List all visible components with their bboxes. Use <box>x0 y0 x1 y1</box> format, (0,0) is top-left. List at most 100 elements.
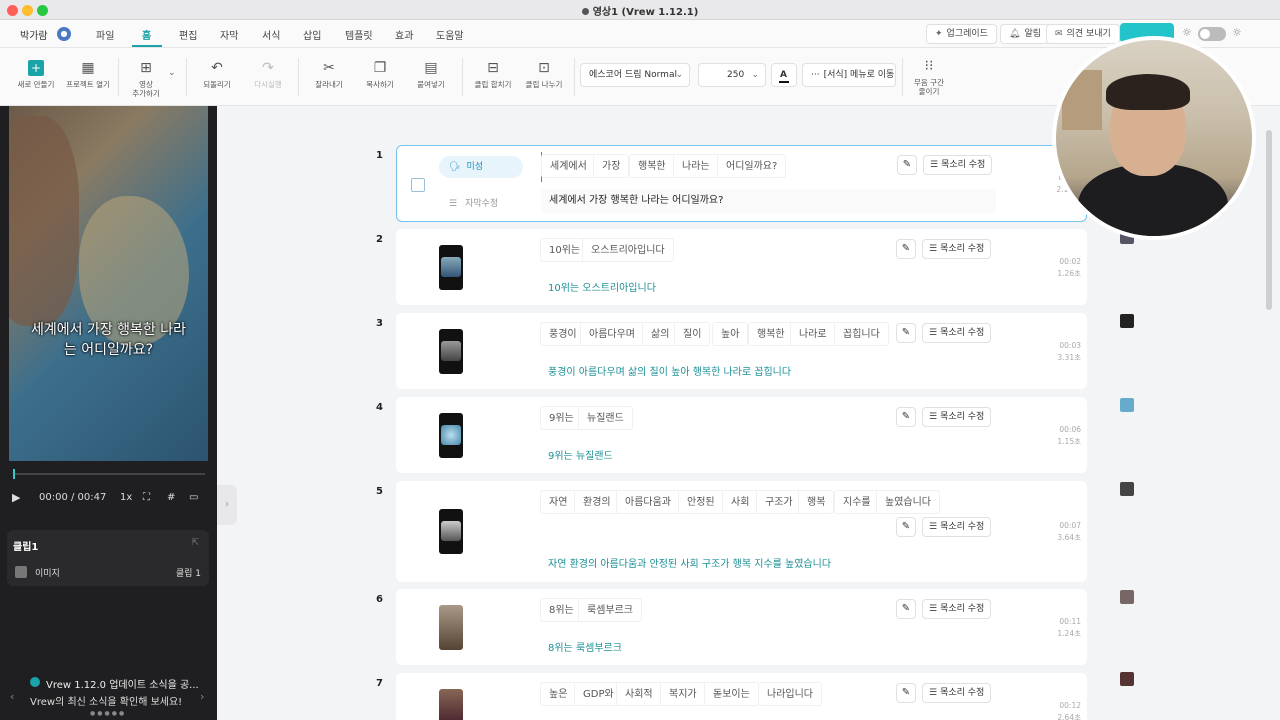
scene-thumbnail[interactable] <box>439 245 463 290</box>
voice-edit-button[interactable]: ☰ 목소리 수정 <box>922 599 992 619</box>
scene-card[interactable]: 자연 환경의 아름다움과 안정된 사회 구조가 행복 지수를 높였습니다 자연 … <box>396 481 1087 582</box>
subtitle-text[interactable]: 자연 환경의 아름다움과 안정된 사회 구조가 행복 지수를 높였습니다 <box>548 555 831 570</box>
word-chip[interactable]: 질이 <box>674 322 711 346</box>
scene-thumbnail[interactable] <box>439 509 463 554</box>
chevron-right-icon[interactable]: › <box>200 690 204 703</box>
scene-checkbox[interactable] <box>411 178 425 192</box>
scene-card[interactable]: 높은 GDP와 사회적 복지가 돋보이는 나라입니다 ✎ ☰ 목소리 수정 00:… <box>396 673 1087 720</box>
user-name[interactable]: 박가람 <box>20 27 48 42</box>
word-chip[interactable]: 가장 <box>593 154 630 178</box>
text-color-button[interactable]: A <box>771 63 797 87</box>
scene-thumbnail[interactable] <box>439 689 463 720</box>
playhead-handle[interactable] <box>13 469 15 479</box>
new-button[interactable]: + 새로 만들기 <box>14 48 58 106</box>
user-avatar-icon[interactable]: ● <box>57 27 71 41</box>
merge-clips-button[interactable]: ⊟ 클립 합치기 <box>472 48 514 106</box>
word-chip[interactable]: 안정된 <box>678 490 724 514</box>
paste-button[interactable]: ▤ 붙여넣기 <box>412 48 450 106</box>
edit-pencil-button[interactable]: ✎ <box>897 155 917 175</box>
scene-card[interactable]: 9위는 뉴질랜드 9위는 뉴질랜드 ✎ ☰ 목소리 수정 00:06 1.15초 <box>396 397 1087 473</box>
edit-pencil-button[interactable]: ✎ <box>896 239 916 259</box>
edit-pencil-button[interactable]: ✎ <box>896 407 916 427</box>
word-chip[interactable]: 행복한 <box>629 154 675 178</box>
feedback-button[interactable]: ✉ 의견 보내기 <box>1046 24 1120 44</box>
theme-toggle[interactable] <box>1198 27 1226 41</box>
word-chip[interactable]: 복지가 <box>660 682 706 706</box>
voice-edit-button[interactable]: ☰ 목소리 수정 <box>922 683 992 703</box>
voice-edit-button[interactable]: ☰ 목소리 수정 <box>923 155 993 175</box>
word-chip[interactable]: 어디일까요? <box>717 154 787 178</box>
chevron-left-icon[interactable]: ‹ <box>10 690 14 703</box>
edit-pencil-button[interactable]: ✎ <box>896 517 916 537</box>
play-icon[interactable]: ▶ <box>12 491 20 504</box>
scene-card[interactable]: 🗣︎ 미성 ☰ 자막수정 세계에서 가장 행복한 나라는 어디일까요? 세계에서 가… <box>396 145 1182 222</box>
scene-thumbnail[interactable] <box>439 329 463 374</box>
subtitle-text[interactable]: 10위는 오스트리아입니다 <box>548 279 656 294</box>
split-clip-button[interactable]: ⊡ 클립 나누기 <box>522 48 566 106</box>
scene-card[interactable]: 풍경이 아름다우며 삶의 질이 높아 행복한 나라로 꼽힙니다 풍경이 아름다우… <box>396 313 1087 389</box>
subtitle-input[interactable]: 세계에서 가장 행복한 나라는 어디일까요? <box>541 189 996 213</box>
word-chip[interactable]: 아름다움과 <box>616 490 680 514</box>
edit-pencil-button[interactable]: ✎ <box>896 599 916 619</box>
word-chip[interactable]: 행복 <box>798 490 835 514</box>
menu-help[interactable]: 도움말 <box>436 27 464 42</box>
undo-button[interactable]: ↶ 되돌리기 <box>198 48 236 106</box>
scene-marker-thumbnail[interactable] <box>1120 482 1134 496</box>
word-chip[interactable]: 사회적 <box>616 682 662 706</box>
format-menu-button[interactable]: ··· [서식] 메뉴로 이동 <box>802 63 896 87</box>
voice-edit-button[interactable]: ☰ 목소리 수정 <box>922 239 992 259</box>
scene-marker-thumbnail[interactable] <box>1120 672 1134 686</box>
menu-file[interactable]: 파일 <box>96 27 114 42</box>
voice-edit-button[interactable]: ☰ 목소리 수정 <box>922 407 992 427</box>
subtitle-text[interactable]: 풍경이 아름다우며 삶의 질이 높아 행복한 나라로 꼽힙니다 <box>548 363 791 378</box>
word-chip[interactable]: 삶의 <box>642 322 679 346</box>
alarm-button[interactable]: 🔔︎ 알림 <box>1000 24 1050 44</box>
capture-icon[interactable]: ⛶ <box>143 492 150 503</box>
playback-speed[interactable]: 1x <box>120 492 132 503</box>
menu-insert[interactable]: 삽입 <box>303 27 321 42</box>
scene-marker-thumbnail[interactable] <box>1120 314 1134 328</box>
word-chip[interactable]: 나라입니다 <box>758 682 822 706</box>
word-chip[interactable]: 사회 <box>722 490 759 514</box>
redo-button[interactable]: ↷ 다시실행 <box>248 48 288 106</box>
edit-pencil-button[interactable]: ✎ <box>896 683 916 703</box>
menu-format[interactable]: 서식 <box>262 27 280 42</box>
scene-marker-thumbnail[interactable] <box>1120 398 1134 412</box>
external-link-icon[interactable]: ⇱ <box>191 538 199 548</box>
word-chip[interactable]: 돋보이는 <box>704 682 759 706</box>
word-chip[interactable]: 높은 <box>540 682 577 706</box>
scene-thumbnail[interactable] <box>439 605 463 650</box>
word-chip[interactable]: 지수를 <box>834 490 880 514</box>
word-chip[interactable]: 행복한 <box>748 322 794 346</box>
scene-thumbnail[interactable] <box>439 413 463 458</box>
word-chip[interactable]: 나라로 <box>790 322 836 346</box>
word-chip[interactable]: 환경의 <box>574 490 620 514</box>
word-chip[interactable]: 구조가 <box>756 490 802 514</box>
news-banner[interactable]: Vrew 1.12.0 업데이트 소식을 공... Vrew의 최신 소식을 확… <box>0 668 217 720</box>
scene-card[interactable]: 8위는 룩셈부르크 8위는 룩셈부르크 ✎ ☰ 목소리 수정 00:11 1.24초 <box>396 589 1087 665</box>
grid-icon[interactable]: # <box>167 492 175 503</box>
menu-template[interactable]: 템플릿 <box>345 27 373 42</box>
font-select[interactable]: 에스코어 드림 Normal ⌄ <box>580 63 690 87</box>
font-size-select[interactable]: 250 ⌄ <box>698 63 766 87</box>
word-chip[interactable]: 높아 <box>712 322 749 346</box>
edit-pencil-button[interactable]: ✎ <box>896 323 916 343</box>
clip-media-row[interactable]: 이미지 클립 1 <box>13 566 203 580</box>
copy-button[interactable]: ❐ 복사하기 <box>361 48 399 106</box>
word-chip[interactable]: 룩셈부르크 <box>578 598 642 622</box>
upgrade-link[interactable]: ✦ 업그레이드 <box>926 24 997 44</box>
scene-card[interactable]: 10위는 오스트리아입니다 10위는 오스트리아입니다 ✎ ☰ 목소리 수정 00… <box>396 229 1087 305</box>
add-video-button[interactable]: ⊞ 영상 추가하기 <box>126 48 166 106</box>
scene-marker-thumbnail[interactable] <box>1120 590 1134 604</box>
reduce-silence-button[interactable]: ⁝⁝ 무음 구간 줄이기 <box>908 48 950 106</box>
subtitle-text[interactable]: 8위는 룩셈부르크 <box>548 639 622 654</box>
cut-button[interactable]: ✂ 잘라내기 <box>310 48 348 106</box>
voice-edit-button[interactable]: ☰ 목소리 수정 <box>922 517 992 537</box>
collapse-panel-button[interactable]: › <box>217 485 237 525</box>
video-preview[interactable]: 세계에서 가장 행복한 나라 는 어디일까요? <box>9 106 208 461</box>
word-chip[interactable]: 9위는 <box>540 406 583 430</box>
word-chip[interactable]: 자연 <box>540 490 577 514</box>
voice-edit-button[interactable]: ☰ 목소리 수정 <box>922 323 992 343</box>
word-chip[interactable]: 8위는 <box>540 598 583 622</box>
open-project-button[interactable]: ▦ 프로젝트 열기 <box>62 48 114 106</box>
